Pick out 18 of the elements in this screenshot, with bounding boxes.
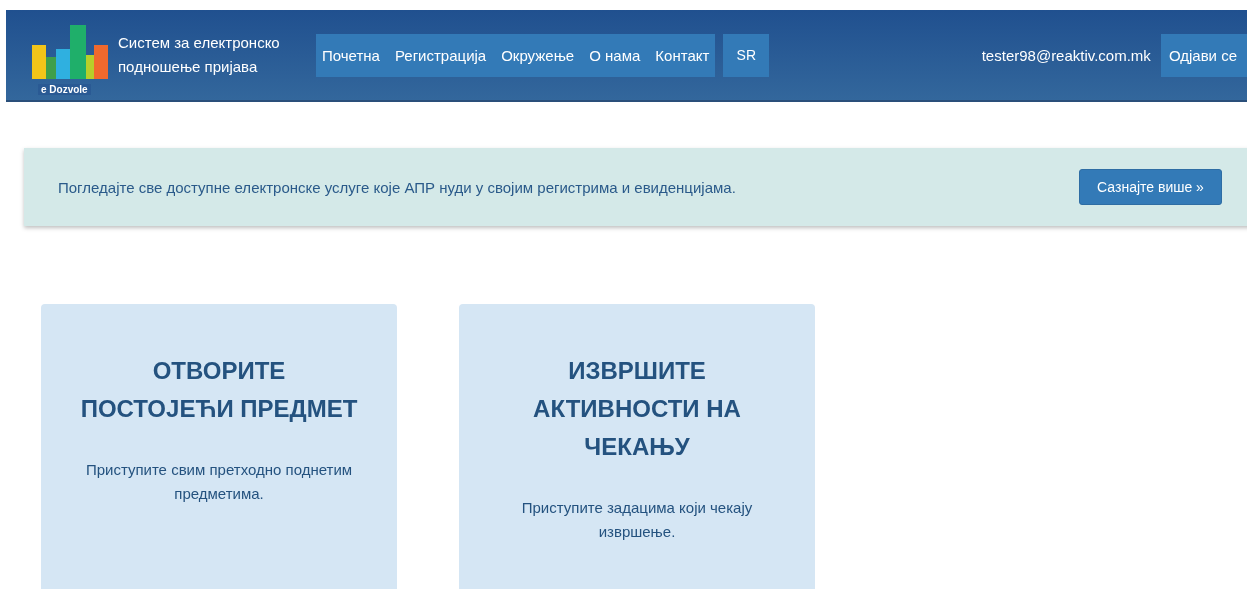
nav-link[interactable]: Окружење	[501, 46, 575, 64]
learn-more-button[interactable]: Сазнајте више »	[1079, 169, 1222, 205]
site-title: Систем за електронско подношење пријава	[118, 33, 281, 77]
card-title: ОТВОРИТЕ ПОСТОЈЕЋИ ПРЕДМЕТ	[79, 356, 359, 424]
banner-text: Погледајте све доступне електронске услуге које АПР нуди у својим регистрима и евиденцијама.	[58, 178, 737, 196]
card-text: Приступите свим претходно поднетим предметима.	[84, 460, 354, 504]
nav-link[interactable]: Почетна	[322, 46, 380, 64]
nav-link[interactable]: Контакт	[655, 46, 710, 64]
logout-button[interactable]: Одјави се	[1160, 33, 1247, 77]
action-card[interactable]: ОТВОРИТЕ ПОСТОЈЕЋИ ПРЕДМЕТ Приступите свим претходно поднетим предметима.	[41, 304, 397, 589]
user-email: tester98@reaktiv.com.mk	[981, 46, 1151, 64]
language-button[interactable]: SR	[723, 33, 770, 77]
card-text: Приступите задацима који чекају извршење.	[520, 498, 754, 542]
logo-text: e Dozvole	[38, 84, 91, 95]
action-card[interactable]: ИЗВРШИТЕ АКТИВНОСТИ НА ЧЕКАЊУ Приступите задацима који чекају извршење.	[459, 304, 815, 589]
nav-link[interactable]: Регистрација	[394, 46, 487, 64]
nav-link[interactable]: О нама	[589, 46, 641, 64]
card-title: ИЗВРШИТЕ АКТИВНОСТИ НА ЧЕКАЊУ	[532, 356, 742, 462]
